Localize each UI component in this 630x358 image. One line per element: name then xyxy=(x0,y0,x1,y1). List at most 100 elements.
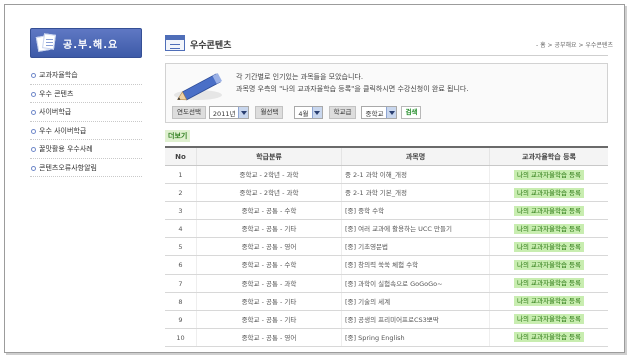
table-row: 2 중학교 - 2학년 - 과학 중 2-1 과학 기본_개정 나의 교과자율학습 등… xyxy=(165,184,608,203)
month-select[interactable]: 4월 xyxy=(294,106,323,119)
sidebar-item-cyber-class[interactable]: 사이버학급 xyxy=(30,103,142,122)
row-course-title[interactable]: [중] 과학이 실험속으로 GoGoGo~ xyxy=(342,274,490,292)
register-button[interactable]: 나의 교과자율학습 등록 xyxy=(514,205,584,216)
register-button[interactable]: 나의 교과자율학습 등록 xyxy=(514,278,584,289)
register-button[interactable]: 나의 교과자율학습 등록 xyxy=(514,314,584,325)
row-course-title[interactable]: [중] 기초영문법 xyxy=(342,238,490,256)
filter-bar: 연도선택 2011년 월선택 4월 학교급 중학교 검색 xyxy=(172,106,422,119)
info-text-1: 각 기간별로 인기있는 과목들을 모았습니다. xyxy=(236,73,364,81)
row-category: 중학교 - 공통 - 수학 xyxy=(197,256,342,274)
breadcrumb: - 홈 > 공부해요 > 우수콘텐츠 xyxy=(536,42,613,49)
row-course-title[interactable]: [중] Spring English xyxy=(342,328,490,346)
bullet-icon xyxy=(31,165,36,171)
sidebar-item-label: 사이버학급 xyxy=(39,108,72,116)
register-button[interactable]: 나의 교과자율학습 등록 xyxy=(514,260,584,271)
row-register-cell: 나의 교과자율학습 등록 xyxy=(490,166,608,183)
row-no: 4 xyxy=(165,220,197,238)
chevron-down-icon xyxy=(386,107,397,118)
register-button[interactable]: 나의 교과자율학습 등록 xyxy=(514,169,584,180)
bullet-icon xyxy=(31,110,36,115)
row-course-title[interactable]: [중] 중학 수학 xyxy=(342,202,490,220)
row-register-cell: 나의 교과자율학습 등록 xyxy=(490,238,608,255)
header-divider xyxy=(165,55,608,56)
bullet-icon xyxy=(31,128,36,134)
register-button[interactable]: 나의 교과자율학습 등록 xyxy=(514,223,584,234)
content-table: No 학급분류 과목명 교과자율학습 등록 1 중학교 - 2학년 - 과학 중 2… xyxy=(165,146,608,347)
row-register-cell: 나의 교과자율학습 등록 xyxy=(490,256,608,273)
row-no: 8 xyxy=(165,292,197,310)
table-row: 8 중학교 - 공통 - 기타 [중] 기술의 세계 나의 교과자율학습 등록 xyxy=(165,292,608,311)
sidebar-item-excellent-cyber-class[interactable]: 우수 사이버학급 xyxy=(30,122,142,140)
row-category: 중학교 - 공통 - 영어 xyxy=(197,328,342,346)
sidebar-item-excellent-content[interactable]: 우수 콘텐츠 xyxy=(30,85,142,103)
row-register-cell: 나의 교과자율학습 등록 xyxy=(490,220,608,237)
row-register-cell: 나의 교과자율학습 등록 xyxy=(490,329,608,346)
table-row: 3 중학교 - 공통 - 수학 [중] 중학 수학 나의 교과자율학습 등록 xyxy=(165,202,608,221)
register-button[interactable]: 나의 교과자율학습 등록 xyxy=(514,241,584,252)
row-category: 중학교 - 공통 - 영어 xyxy=(197,238,342,256)
row-no: 2 xyxy=(165,184,197,202)
row-category: 중학교 - 2학년 - 과학 xyxy=(197,184,342,202)
chevron-down-icon xyxy=(238,107,249,118)
more-button[interactable]: 더보기 xyxy=(165,130,191,142)
row-category: 중학교 - 2학년 - 과학 xyxy=(197,166,342,184)
row-no: 7 xyxy=(165,274,197,292)
table-row: 5 중학교 - 공통 - 영어 [중] 기초영문법 나의 교과자율학습 등록 xyxy=(165,238,608,257)
header-category: 학급분류 xyxy=(197,148,342,165)
row-no: 6 xyxy=(165,256,197,274)
sidebar-item-label: 교과자율학습 xyxy=(39,71,78,79)
school-level-select[interactable]: 중학교 xyxy=(361,106,398,119)
table-row: 4 중학교 - 공통 - 기타 [중] 여러 교과에 활용하는 UCC 만들기 나의 … xyxy=(165,220,608,239)
pencil-icon xyxy=(174,73,223,101)
row-register-cell: 나의 교과자율학습 등록 xyxy=(490,202,608,219)
row-course-title[interactable]: 중 2-1 과학 이해_개정 xyxy=(342,166,490,184)
row-course-title[interactable]: [중] 기술의 세계 xyxy=(342,292,490,310)
header-no: No xyxy=(165,148,197,165)
info-text-2: 과목명 우측의 "나의 교과자율학습 등록"을 클릭하시면 수강신청이 완료 됩… xyxy=(236,85,469,93)
row-category: 중학교 - 공통 - 과학 xyxy=(197,274,342,292)
row-register-cell: 나의 교과자율학습 등록 xyxy=(490,275,608,292)
row-register-cell: 나의 교과자율학습 등록 xyxy=(490,184,608,201)
info-box: 각 기간별로 인기있는 과목들을 모았습니다. 과목명 우측의 "나의 교과자율… xyxy=(165,63,608,123)
register-button[interactable]: 나의 교과자율학습 등록 xyxy=(514,332,584,343)
bullet-icon xyxy=(31,91,36,97)
register-button[interactable]: 나의 교과자율학습 등록 xyxy=(514,187,584,198)
search-button[interactable]: 검색 xyxy=(401,106,422,119)
school-level-label: 학교급 xyxy=(328,106,357,119)
sidebar-item-self-study[interactable]: 교과자율학습 xyxy=(30,66,142,85)
documents-icon xyxy=(35,33,57,52)
row-no: 3 xyxy=(165,202,197,220)
sidebar-header: 공.부.해.요 xyxy=(30,28,142,58)
row-course-title[interactable]: [중] 여러 교과에 활용하는 UCC 만들기 xyxy=(342,220,490,238)
header-register: 교과자율학습 등록 xyxy=(522,152,576,161)
sidebar: 공.부.해.요 교과자율학습 우수 콘텐츠 사이버학급 우수 사이버학급 꿀맛활… xyxy=(30,28,142,177)
register-button[interactable]: 나의 교과자율학습 등록 xyxy=(514,296,584,307)
table-row: 7 중학교 - 공통 - 과학 [중] 과학이 실험속으로 GoGoGo~ 나의 교과… xyxy=(165,274,608,293)
row-no: 1 xyxy=(165,166,197,184)
chevron-down-icon xyxy=(311,107,322,118)
sidebar-item-error-report[interactable]: 콘텐츠오류사항알림 xyxy=(30,159,142,177)
table-row: 9 중학교 - 공통 - 기타 [중] 공생의 프리미어프로CS3뽀딱 나의 교과자율… xyxy=(165,310,608,329)
table-row: 6 중학교 - 공통 - 수학 [중] 창의력 쑥쑥 체험 수학 나의 교과자율학습 … xyxy=(165,256,608,275)
row-course-title[interactable]: [중] 창의력 쑥쑥 체험 수학 xyxy=(342,256,490,274)
year-select-value: 2011년 xyxy=(212,109,236,118)
row-category: 중학교 - 공통 - 수학 xyxy=(197,202,342,220)
sidebar-title: 공.부.해.요 xyxy=(63,39,119,51)
row-course-title[interactable]: [중] 공생의 프리미어프로CS3뽀딱 xyxy=(342,310,490,328)
sidebar-item-label: 우수 사이버학급 xyxy=(39,126,87,135)
sidebar-menu: 교과자율학습 우수 콘텐츠 사이버학급 우수 사이버학급 꿀맛활용 우수사례 콘… xyxy=(30,66,142,177)
sidebar-item-label: 콘텐츠오류사항알림 xyxy=(39,163,97,172)
sidebar-item-best-practices[interactable]: 꿀맛활용 우수사례 xyxy=(30,140,142,159)
month-label: 월선택 xyxy=(255,106,284,119)
row-register-cell: 나의 교과자율학습 등록 xyxy=(490,311,608,328)
row-no: 10 xyxy=(165,328,197,346)
window-icon xyxy=(165,35,185,51)
row-category: 중학교 - 공통 - 기타 xyxy=(197,220,342,238)
sidebar-item-label: 우수 콘텐츠 xyxy=(39,89,74,98)
table-row: 1 중학교 - 2학년 - 과학 중 2-1 과학 이해_개정 나의 교과자율학습 등… xyxy=(165,166,608,185)
row-category: 중학교 - 공통 - 기타 xyxy=(197,292,342,310)
month-select-value: 4월 xyxy=(298,109,309,118)
row-course-title[interactable]: 중 2-1 과학 기본_개정 xyxy=(342,184,490,202)
year-select[interactable]: 2011년 xyxy=(208,106,250,119)
header-title: 과목명 xyxy=(342,148,490,165)
